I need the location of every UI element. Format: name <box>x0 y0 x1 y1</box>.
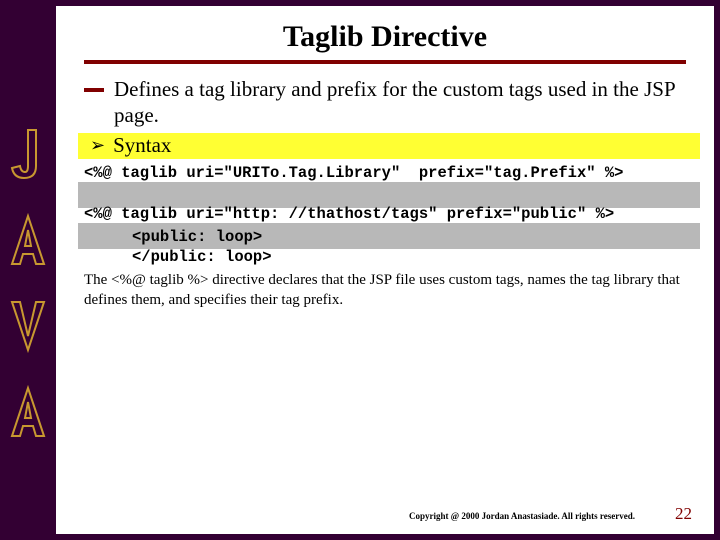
copyright-text: Copyright @ 2000 Jordan Anastasiade. All… <box>409 511 635 521</box>
syntax-bullet: ➢ Syntax <box>90 133 686 158</box>
java-letter-v <box>6 298 50 356</box>
title-rule <box>84 60 686 62</box>
java-rail <box>4 6 52 534</box>
code-line-2: <%@ taglib uri="http: //thathost/tags" p… <box>84 205 686 224</box>
explain-text: The <%@ taglib %> directive declares tha… <box>84 271 686 310</box>
syntax-label: Syntax <box>113 133 171 158</box>
slide-title: Taglib Directive <box>84 20 686 54</box>
arrow-right-icon: ➢ <box>90 135 105 156</box>
footer: Copyright @ 2000 Jordan Anastasiade. All… <box>84 504 692 524</box>
code-block-1: <%@ taglib uri="URITo.Tag.Library" prefi… <box>84 164 686 183</box>
code-block-2: <%@ taglib uri="http: //thathost/tags" p… <box>84 205 686 224</box>
main-bullet-text: Defines a tag library and prefix for the… <box>114 76 686 129</box>
java-letter-a2 <box>6 384 50 442</box>
java-letter-j <box>6 126 50 184</box>
slide: Taglib Directive Defines a tag library a… <box>56 6 714 534</box>
code-line-1: <%@ taglib uri="URITo.Tag.Library" prefi… <box>84 164 686 183</box>
code-tag-close: </public: loop> <box>132 248 686 267</box>
java-letter-a1 <box>6 212 50 270</box>
page-number: 22 <box>675 504 692 524</box>
highlight-bar-grey-1 <box>78 182 700 208</box>
code-tag-open: <public: loop> <box>132 228 686 247</box>
bullet-dash-icon <box>84 88 104 92</box>
main-bullet: Defines a tag library and prefix for the… <box>84 76 686 129</box>
